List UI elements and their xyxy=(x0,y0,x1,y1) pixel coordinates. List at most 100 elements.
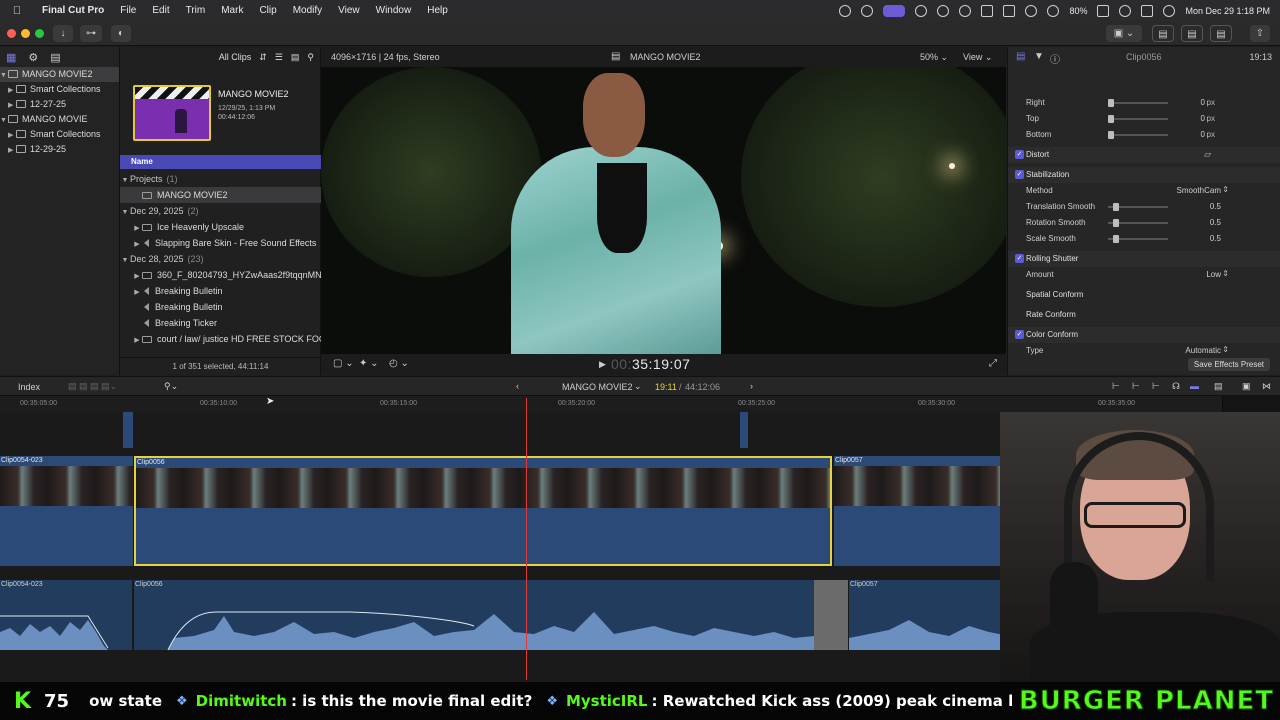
popup-value[interactable]: SmoothCam xyxy=(1177,186,1221,195)
battery-icon[interactable] xyxy=(1097,4,1110,17)
info-inspector-icon[interactable]: ⓘ xyxy=(1050,51,1060,66)
sidebar-item-smart-collections[interactable]: ▶ Smart Collections xyxy=(0,127,119,142)
control-center-icon[interactable] xyxy=(1141,4,1154,17)
inspector-row-color-conform[interactable]: ✓ Color Conform xyxy=(1008,327,1280,343)
param-value[interactable]: 0 xyxy=(1201,114,1205,123)
slider-knob[interactable] xyxy=(1108,99,1114,107)
disclosure-triangle-icon[interactable]: ▶ xyxy=(132,237,142,251)
checkbox-icon[interactable]: ✓ xyxy=(1015,150,1024,159)
clip-appearance-icon[interactable]: ▤ xyxy=(1214,381,1223,392)
video-frame[interactable] xyxy=(321,67,1006,354)
list-item[interactable]: ▶ Breaking Bulletin xyxy=(120,283,321,299)
list-item[interactable]: ▶ Ice Heavenly Upscale xyxy=(120,219,321,235)
disclosure-triangle-icon[interactable]: ▼ xyxy=(120,173,130,187)
connect-clip-icon[interactable]: ▤ ▤ ▤ ▤⌄ xyxy=(68,381,117,392)
connected-marker[interactable] xyxy=(740,412,748,448)
import-media-icon[interactable]: ↓ xyxy=(53,25,73,42)
popup-chevron-icon[interactable]: ⇕ xyxy=(1222,269,1229,278)
audio-clip[interactable]: Clip0054-023 xyxy=(0,580,132,650)
minimize-window-button[interactable] xyxy=(21,29,30,38)
disclosure-triangle-icon[interactable]: ▶ xyxy=(132,333,142,347)
disclosure-triangle-icon[interactable]: ▶ xyxy=(132,269,142,283)
tool-select-icon[interactable]: ⚲⌄ xyxy=(164,381,178,392)
effects-browser-icon[interactable]: ▣ xyxy=(1242,381,1251,392)
record-status-icon[interactable] xyxy=(839,4,852,17)
list-item[interactable]: ▶ Slapping Bare Skin - Free Sound Effects xyxy=(120,235,321,251)
sidebar-item-mango-movie[interactable]: ▼ MANGO MOVIE xyxy=(0,112,119,127)
popup-chevron-icon[interactable]: ⇕ xyxy=(1222,185,1229,194)
cross-dissolve-transition[interactable] xyxy=(814,580,848,650)
popup-value[interactable]: Low xyxy=(1206,270,1221,279)
disclosure-triangle-icon[interactable]: ▼ xyxy=(0,113,8,128)
project-thumbnail[interactable] xyxy=(133,85,211,141)
audio-clip[interactable]: Clip0056 xyxy=(134,580,814,650)
list-item[interactable]: ▶ 360_F_80204793_HYZwAaas2f9tqqnMN xyxy=(120,267,321,283)
playhead[interactable] xyxy=(526,398,527,680)
timeline-ruler[interactable]: 00:35:05:00 00:35:10:00 00:35:15:00 00:3… xyxy=(0,396,1222,412)
view-popup[interactable]: View ⌄ xyxy=(963,52,992,63)
video-inspector-icon[interactable]: ▤ xyxy=(1016,51,1025,62)
volume-icon[interactable] xyxy=(959,4,972,17)
popup-chevron-icon[interactable]: ⇕ xyxy=(1222,345,1229,354)
transform-icon[interactable]: ▢ ⌄ xyxy=(333,358,354,369)
disclosure-triangle-icon[interactable]: ▶ xyxy=(132,285,142,299)
disclosure-triangle-icon[interactable]: ▼ xyxy=(120,205,130,219)
filter-inspector-icon[interactable]: ▼ xyxy=(1034,51,1044,62)
filmstrip-view-icon[interactable]: ▤ xyxy=(291,52,300,63)
list-item[interactable]: MANGO MOVIE2 xyxy=(120,187,321,203)
headphones-icon[interactable]: ☊ xyxy=(1172,381,1180,392)
back-arrow-icon[interactable]: ‹ xyxy=(516,381,519,391)
monitor-icon[interactable] xyxy=(1003,4,1016,17)
apple-menu-icon[interactable]:  xyxy=(10,5,24,17)
inspector-row-bottom[interactable]: Bottom 0 px xyxy=(1008,127,1280,143)
list-group-projects[interactable]: ▼ Projects (1) xyxy=(120,171,321,187)
inspector-row-spatial-conform[interactable]: Spatial Conform xyxy=(1008,287,1280,303)
menu-clip[interactable]: Clip xyxy=(251,5,284,16)
slider-knob[interactable] xyxy=(1113,219,1119,227)
param-slider[interactable] xyxy=(1108,219,1168,227)
menu-help[interactable]: Help xyxy=(419,5,456,16)
menu-file[interactable]: File xyxy=(112,5,144,16)
list-item[interactable]: Breaking Ticker xyxy=(120,315,321,331)
sync-status-icon[interactable] xyxy=(861,4,874,17)
skimming-icon[interactable]: ⊢ xyxy=(1112,381,1120,392)
close-window-button[interactable] xyxy=(7,29,16,38)
param-value[interactable]: 0 xyxy=(1201,130,1205,139)
screen-share-icon[interactable] xyxy=(883,4,906,17)
index-button[interactable]: Index xyxy=(18,382,40,392)
checkbox-icon[interactable]: ✓ xyxy=(1015,170,1024,179)
sidebar-item-smart-collections[interactable]: ▶ Smart Collections xyxy=(0,82,119,97)
zoom-popup[interactable]: 50% ⌄ xyxy=(920,52,948,63)
wifi-icon[interactable] xyxy=(1047,4,1060,17)
sidebar-item-12-27-25[interactable]: ▶ 12-27-25 xyxy=(0,97,119,112)
libraries-tab-icon[interactable]: ▦ xyxy=(6,51,16,64)
menu-window[interactable]: Window xyxy=(368,5,420,16)
play-status-icon[interactable] xyxy=(937,4,950,17)
checkbox-icon[interactable]: ✓ xyxy=(1015,254,1024,263)
disclosure-triangle-icon[interactable]: ▶ xyxy=(132,221,142,235)
disclosure-triangle-icon[interactable]: ▼ xyxy=(0,68,8,83)
param-value[interactable]: 0 xyxy=(1201,98,1205,107)
sidebar-item-12-29-25[interactable]: ▶ 12-29-25 xyxy=(0,142,119,157)
inspector-row-type[interactable]: Type Automatic ⇕ xyxy=(1008,343,1280,359)
show-timeline-icon[interactable]: ▤ xyxy=(1181,25,1203,42)
slider-knob[interactable] xyxy=(1113,235,1119,243)
spotlight-icon[interactable] xyxy=(1119,4,1132,17)
audio-skimming-icon[interactable]: ⊢ xyxy=(1132,381,1140,392)
bluetooth-icon[interactable] xyxy=(1025,4,1038,17)
disclosure-triangle-icon[interactable]: ▶ xyxy=(8,128,16,143)
param-value[interactable]: 0.5 xyxy=(1210,202,1221,211)
keywords-icon[interactable]: ⊶ xyxy=(80,25,102,42)
param-slider[interactable] xyxy=(1108,115,1168,123)
speed-icon[interactable]: ◴ ⌄ xyxy=(389,358,409,369)
distort-handle-icon[interactable]: ▱ xyxy=(1204,149,1211,160)
list-view-icon[interactable]: ☰ xyxy=(275,52,283,63)
timecode-display[interactable]: 00:35:19:07 xyxy=(611,356,690,372)
menu-clock[interactable]: Mon Dec 29 1:18 PM xyxy=(1185,6,1270,16)
video-clip-selected[interactable]: Clip0056 xyxy=(134,456,832,566)
param-slider[interactable] xyxy=(1108,99,1168,107)
param-slider[interactable] xyxy=(1108,203,1168,211)
play-button[interactable]: ▶ xyxy=(599,359,606,370)
share-menu-icon[interactable]: ▣ ⌄ xyxy=(1106,25,1142,42)
titles-generators-tab-icon[interactable]: ▤ xyxy=(50,51,60,64)
